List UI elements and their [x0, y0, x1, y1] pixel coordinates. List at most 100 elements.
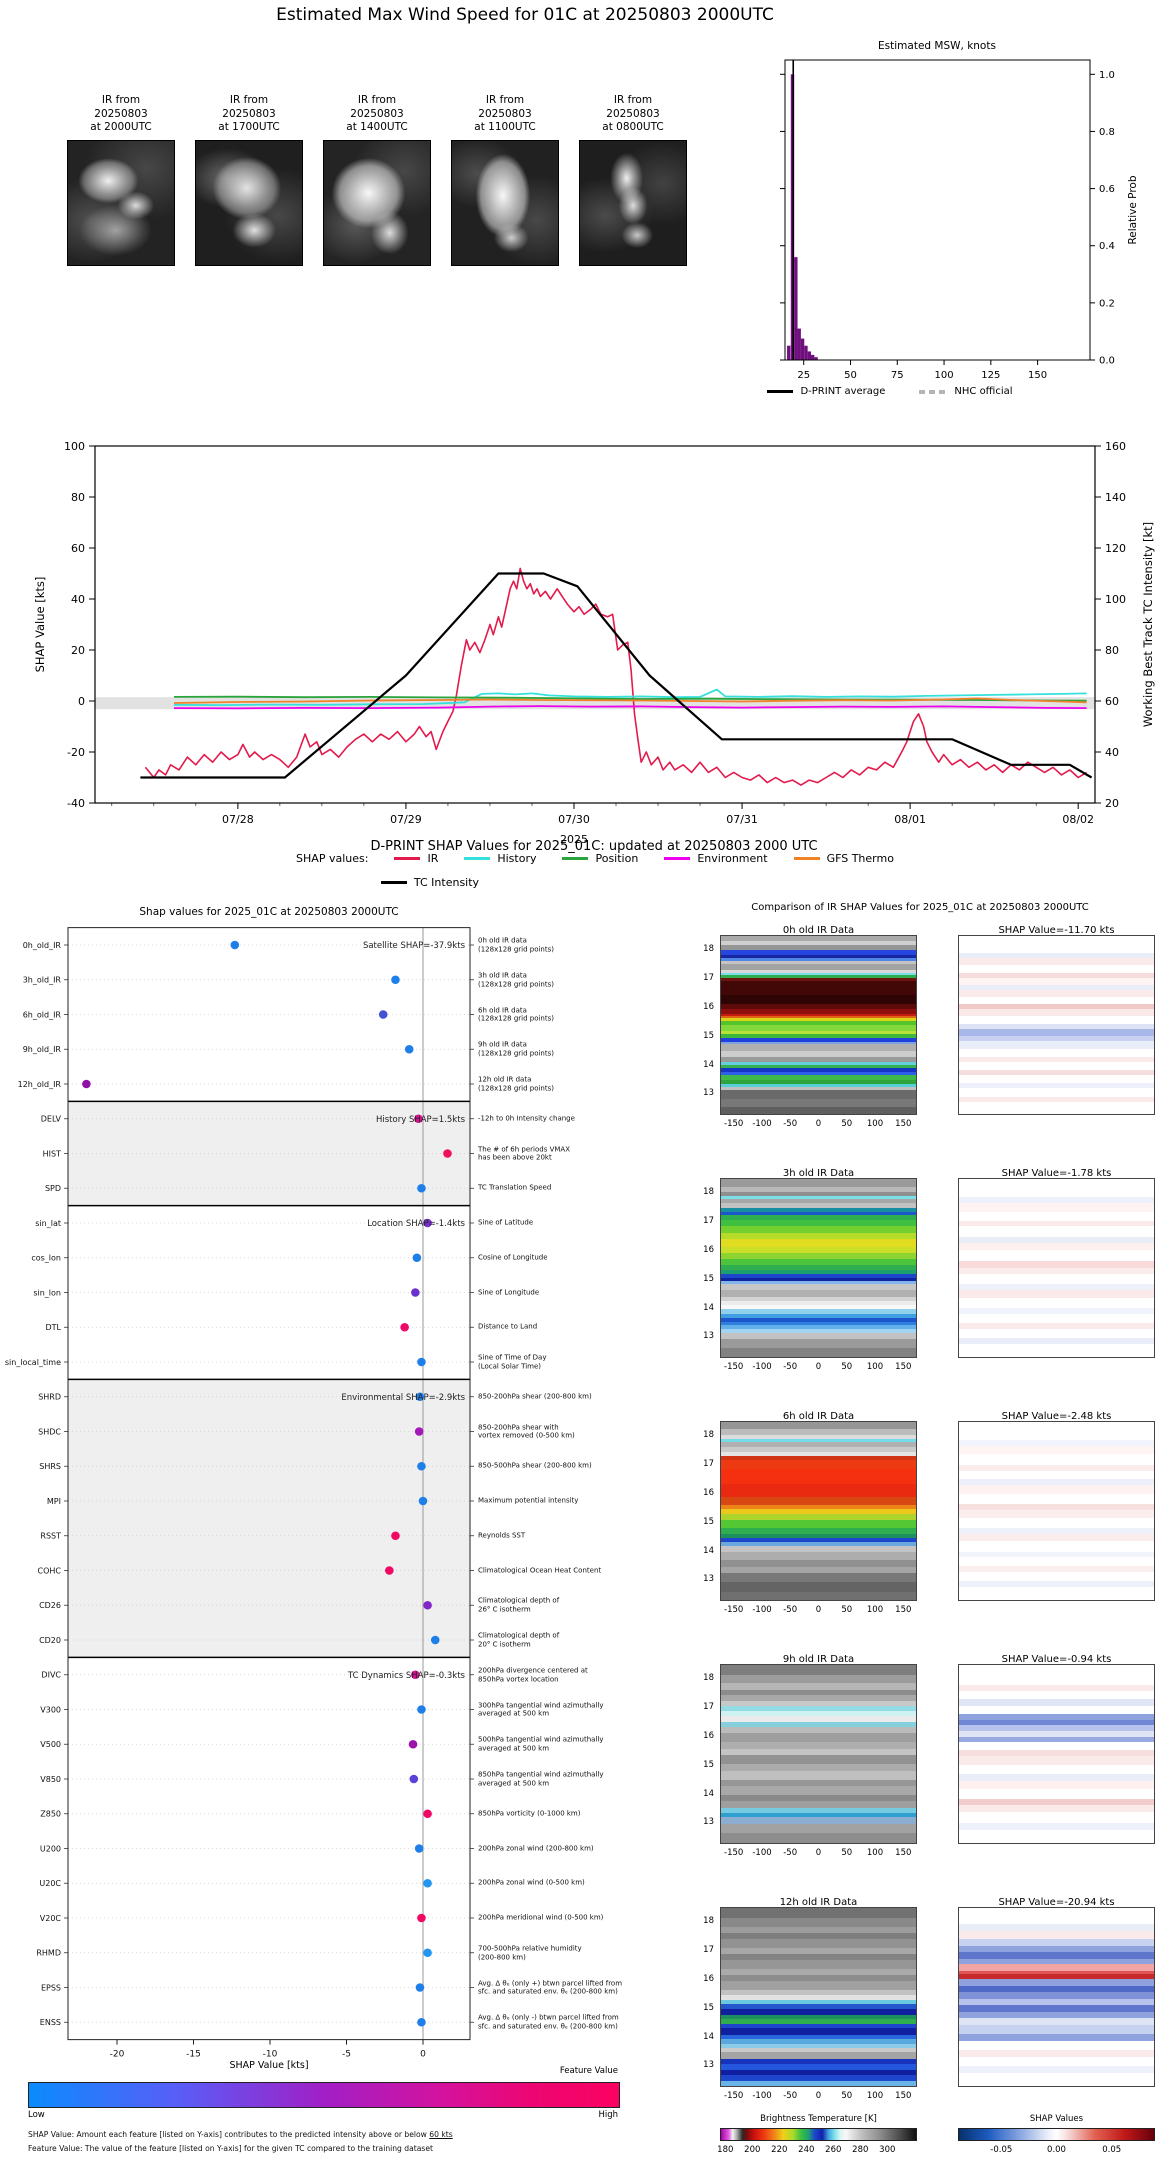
ts-ytick-left: 40	[71, 593, 85, 606]
feature-name-EPSS: EPSS	[41, 1983, 61, 1992]
feature-description-DIVC: 200hPa divergence centered at 850hPa vor…	[478, 1666, 588, 1683]
feature-name-Z850: Z850	[40, 1810, 61, 1819]
colorbar-tick-label: 220	[771, 2145, 788, 2155]
lon-tick-label: 0	[815, 1119, 822, 1129]
heatmap-stripe	[959, 1924, 1154, 1932]
line-swatch-icon	[394, 857, 421, 860]
feature-name-SPD: SPD	[45, 1184, 61, 1193]
heatmap-stripe	[721, 1239, 916, 1247]
heatmap-stripe	[721, 1733, 916, 1743]
shap-dot-sin_local_time	[417, 1357, 426, 1367]
histogram-bar	[787, 345, 791, 360]
heatmap-stripe	[959, 1226, 1154, 1237]
shap-dot-cos_lon	[412, 1253, 422, 1263]
ts-year-label: 2025	[560, 833, 588, 846]
lat-tick-label: 17	[703, 973, 714, 984]
heatmap-stripe	[959, 1250, 1154, 1261]
feature-name-SHRS: SHRS	[39, 1462, 61, 1471]
heatmap-stripe	[721, 981, 916, 996]
colorbar-tick-label: -0.05	[990, 2145, 1013, 2155]
lat-tick-label: 18	[703, 1916, 714, 1927]
heatmap-stripe	[959, 1297, 1154, 1309]
feature-description-CD26: Climatological depth of 26° C isotherm	[478, 1596, 560, 1614]
hist-xtick-label: 150	[1028, 370, 1047, 381]
heatmap-stripe	[959, 2066, 1154, 2074]
heatmap-stripe	[959, 2073, 1154, 2087]
feature-name-CD20: CD20	[39, 1636, 61, 1645]
heatmap-stripe	[959, 1811, 1154, 1824]
heatmap-stripe	[721, 1675, 916, 1684]
hist-ytick-label: 0.0	[1099, 356, 1115, 367]
shap-dot-U20C	[423, 1878, 432, 1888]
ir-heatmap-4	[720, 1907, 917, 2087]
ts-ytick-right: 80	[1105, 644, 1119, 657]
heatmap-stripe	[721, 1496, 916, 1506]
ts-ytick-left: 20	[71, 644, 85, 657]
heatmap-stripe	[959, 1780, 1154, 1790]
footnote-threshold: 60 kts	[429, 2130, 453, 2139]
lat-tick-label: 16	[703, 1002, 714, 1012]
feature-name-0h_old_IR: 0h_old_IR	[23, 941, 62, 950]
section-shap-dotplot: Shap values for 2025_01C at 20250803 200…	[0, 890, 648, 2158]
msw-histogram-chart: 0.0 0.2 0.4 0.6 0.8 1.0 25 50 75 100 125 150 Relativ…	[780, 59, 1139, 381]
ts-ytick-left: 100	[64, 440, 85, 453]
heatmap-stripe	[721, 1179, 916, 1187]
heatmap-stripe	[959, 1328, 1154, 1338]
lat-tick-label: 13	[703, 1088, 714, 1099]
colorbar-tick-label: 300	[879, 2145, 896, 2155]
feature-description-sin_lat: Sine of Latitude	[478, 1218, 534, 1227]
feature-description-DTL: Distance to Land	[478, 1322, 538, 1331]
heatmap-stripe	[959, 1445, 1154, 1455]
ts-ylabel-right: Working Best Track TC Intensity [kt]	[1141, 522, 1155, 727]
colorbar-tick-label: 0.05	[1102, 2145, 1122, 2155]
ts-ytick-left: 80	[71, 491, 85, 504]
lat-tick-label: 13	[703, 1331, 714, 1342]
heatmap-stripe	[959, 1908, 1154, 1925]
heatmap-stripe	[721, 1823, 916, 1833]
heatmap-stripe	[721, 1832, 916, 1844]
ir-heatmap-0	[720, 935, 917, 1115]
lat-tick-label: 17	[703, 1216, 714, 1227]
colorbar-high-label: High	[598, 2110, 618, 2120]
heatmap-stripe	[959, 997, 1154, 1005]
histogram-legend: D-PRINT average NHC official	[660, 386, 1120, 397]
section-estimated-msw: Estimated Max Wind Speed for 01C at 2025…	[0, 0, 1168, 410]
feature-description-Z850: 850hPa vorticity (0-1000 km)	[478, 1809, 581, 1818]
heatmap-stripe	[721, 1090, 916, 1100]
shap-dot-EPSS	[415, 1983, 425, 1992]
feature-description-V850: 850hPa tangential wind azimuthally avera…	[478, 1770, 604, 1787]
feature-value-colorbar-title: Feature Value	[559, 2066, 618, 2076]
hist-xtick-label: 50	[844, 370, 857, 381]
heatmap-stripe	[959, 2049, 1154, 2058]
heatmap-stripe	[959, 2057, 1154, 2067]
shap-dot-9h_old_IR	[404, 1044, 414, 1054]
heatmap-stripe	[959, 2018, 1154, 2026]
heatmap-stripe	[721, 1422, 916, 1430]
group-annotation-tc-dynamics: TC Dynamics SHAP=-0.3kts	[347, 1671, 466, 1681]
feature-description-cos_lon: Cosine of Longitude	[478, 1253, 548, 1262]
heatmap-stripe	[959, 1290, 1154, 1298]
ts-ytick-right: 140	[1105, 491, 1126, 504]
shap-dot-SHRS	[417, 1461, 426, 1471]
shap-heatmap-4	[958, 1907, 1155, 2087]
footnote-shap-value: SHAP Value: Amount each feature [listed …	[28, 2130, 453, 2139]
legend-item-ir: IR	[394, 852, 438, 865]
lon-tick-label: 100	[866, 1119, 884, 1129]
histogram-bar	[797, 328, 801, 360]
histogram-bar	[811, 354, 815, 360]
shap-dot-MPI	[418, 1496, 428, 1506]
feature-description-DELV: -12h to 0h Intensity change	[478, 1114, 575, 1123]
heatmap-stripe	[721, 1232, 916, 1240]
feature-name-RHMD: RHMD	[36, 1949, 61, 1958]
dot-xtick-label: -10	[263, 2050, 278, 2060]
ts-ytick-left: 0	[78, 695, 85, 708]
colorbar-low-label: Low	[28, 2110, 45, 2120]
shap-dot-CD20	[430, 1635, 440, 1645]
lat-tick-label: 18	[703, 1673, 714, 1684]
heatmap-stripe	[959, 1015, 1154, 1025]
ir-heatmap-1	[720, 1178, 917, 1358]
comparison-title: Comparison of IR SHAP Values for 2025_01…	[751, 902, 1089, 913]
heatmap-stripe	[721, 1460, 916, 1469]
colorbar-title-shap-values: SHAP Values	[1029, 2114, 1084, 2124]
lat-tick-label: 18	[703, 1430, 714, 1441]
